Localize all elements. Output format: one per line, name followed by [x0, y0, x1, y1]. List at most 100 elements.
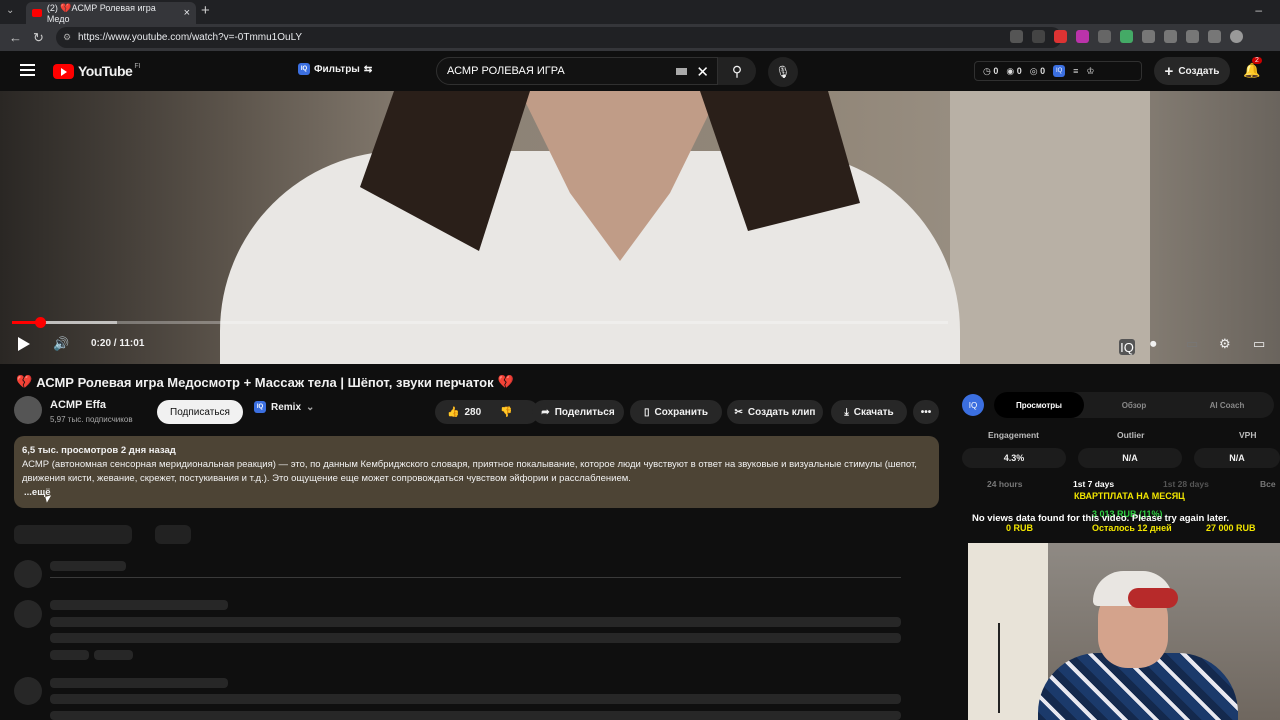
browser-tab[interactable]: (2) 💔АСМР Ролевая игра Медо ×: [26, 2, 196, 24]
subscribe-label: Подписаться: [170, 406, 230, 418]
comment-skeleton-line: [50, 678, 228, 688]
tab-ai-coach[interactable]: AI Coach: [1182, 392, 1272, 418]
like-icon[interactable]: 👍: [447, 407, 459, 418]
create-button[interactable]: + Создать: [1154, 57, 1230, 85]
new-tab-icon[interactable]: +: [201, 2, 210, 19]
extension-icon[interactable]: [1186, 30, 1199, 43]
channel-avatar[interactable]: [14, 396, 42, 424]
youtube-header: YouTube FI IQ Фильтры ⇆ АСМР РОЛЕВАЯ ИГР…: [0, 51, 1280, 91]
extension-icon[interactable]: [1010, 30, 1023, 43]
vidiq-stats[interactable]: ◷ 0 ◉ 0 ◎ 0 IQ ≡ ♔: [974, 61, 1142, 81]
clip-button[interactable]: ✂ Создать клип: [727, 400, 823, 424]
logo-text: YouTube: [78, 63, 133, 79]
comment-skeleton-line: [50, 600, 228, 610]
download-icon: ⤓: [844, 406, 849, 418]
stream-goal-remaining: Осталось 12 дней: [1092, 523, 1172, 533]
remix-button[interactable]: IQ Remix ⌄: [254, 401, 314, 413]
video-title: 💔 АСМР Ролевая игра Медосмотр + Массаж т…: [16, 374, 514, 390]
channel-row: ACMP Effa 5,97 тыс. подписчиков Подписат…: [14, 396, 944, 428]
address-bar: ← ↻ ⚙ https://www.youtube.com/watch?v=-0…: [0, 24, 1280, 51]
range-all[interactable]: Все: [1260, 479, 1276, 489]
settings-icon[interactable]: ⚙: [1219, 336, 1231, 352]
clear-search-icon[interactable]: ✕: [696, 63, 709, 81]
notifications-button[interactable]: 🔔 2: [1243, 57, 1262, 79]
keyboard-icon[interactable]: [676, 68, 687, 75]
extension-icon[interactable]: [1098, 30, 1111, 43]
vidiq-player-icon[interactable]: IQ: [1119, 339, 1135, 355]
favorites-icon[interactable]: [1208, 30, 1221, 43]
dislike-icon[interactable]: 👎: [500, 407, 512, 418]
extension-icon[interactable]: [1054, 30, 1067, 43]
back-icon[interactable]: ←: [9, 30, 22, 45]
site-info-icon[interactable]: ⚙: [63, 32, 71, 43]
description-text: АСМР (автономная сенсорная меридиональна…: [22, 459, 917, 484]
comments-skeleton: [155, 525, 191, 544]
autoplay-toggle[interactable]: ⏺: [1150, 336, 1157, 352]
description-meta: 6,5 тыс. просмотров 2 дня назад: [22, 445, 176, 456]
more-actions-button[interactable]: •••: [913, 400, 939, 424]
share-button[interactable]: ➦ Поделиться: [532, 400, 624, 424]
channel-subscribers: 5,97 тыс. подписчиков: [50, 415, 133, 424]
extensions-bar: [1010, 30, 1243, 43]
remix-label: Remix: [271, 401, 302, 413]
extension-icon[interactable]: [1164, 30, 1177, 43]
download-label: Скачать: [853, 406, 894, 418]
chevron-down-icon: ⌄: [306, 401, 315, 413]
like-dislike-group: 👍 280 👎: [435, 400, 539, 424]
player-controls: 🔊 0:20 / 11:01 IQ ⏺ ▭ ⚙ ▭: [0, 331, 1280, 363]
progress-bar[interactable]: [12, 317, 948, 328]
volume-icon[interactable]: 🔊: [53, 336, 69, 352]
tab-list-icon[interactable]: ⌄: [6, 5, 14, 16]
show-more-link[interactable]: ...ещё: [24, 486, 931, 500]
tab-overview[interactable]: Обзор: [1089, 392, 1179, 418]
youtube-logo[interactable]: YouTube FI: [53, 63, 141, 79]
extension-icon[interactable]: [1120, 30, 1133, 43]
browser-tabbar: ⌄ (2) 💔АСМР Ролевая игра Медо × + –: [0, 0, 1280, 24]
description-box[interactable]: 6,5 тыс. просмотров 2 дня назад АСМР (ав…: [14, 436, 939, 508]
list-icon[interactable]: ≡: [1073, 66, 1078, 76]
vidiq-logo-icon: IQ: [962, 394, 984, 416]
streamer-cap-brim: [1128, 588, 1178, 608]
channel-name[interactable]: ACMP Effa: [50, 399, 106, 411]
vidiq-tabs: Просмотры Обзор AI Coach: [994, 392, 1274, 418]
subscribe-button[interactable]: Подписаться: [157, 400, 243, 424]
share-icon: ➦: [541, 406, 550, 418]
range-24h[interactable]: 24 hours: [987, 479, 1022, 489]
video-title-text: АСМР Ролевая игра Медосмотр + Массаж тел…: [36, 374, 494, 390]
bookmark-icon: ▯: [643, 406, 650, 418]
video-player[interactable]: 🔊 0:20 / 11:01 IQ ⏺ ▭ ⚙ ▭: [0, 91, 1280, 364]
reload-icon[interactable]: ↻: [33, 30, 44, 46]
save-button[interactable]: ▯ Сохранить: [630, 400, 722, 424]
logo-country: FI: [134, 62, 141, 70]
plus-icon: +: [1164, 62, 1174, 80]
broken-heart-icon: 💔: [16, 374, 33, 389]
search-button[interactable]: ⚲: [718, 57, 756, 85]
play-icon[interactable]: [18, 337, 30, 351]
theater-mode-icon[interactable]: ▭: [1253, 336, 1265, 352]
scissors-icon: ✂: [734, 406, 743, 418]
range-28d[interactable]: 1st 28 days: [1163, 479, 1209, 489]
url-field[interactable]: ⚙ https://www.youtube.com/watch?v=-0Tmmu…: [56, 27, 1062, 48]
subtitles-icon[interactable]: ▭: [1186, 336, 1198, 352]
webcam-tripod: [998, 623, 1000, 713]
menu-icon[interactable]: [20, 64, 35, 79]
comment-skeleton-line: [50, 650, 89, 660]
filters-button[interactable]: IQ Фильтры ⇆: [298, 63, 372, 75]
comment-skeleton-line: [50, 711, 901, 720]
scrubber-handle[interactable]: [35, 317, 46, 328]
close-tab-icon[interactable]: ×: [184, 7, 190, 19]
range-7d[interactable]: 1st 7 days: [1073, 479, 1114, 489]
profile-avatar[interactable]: [1230, 30, 1243, 43]
like-count[interactable]: 280: [464, 407, 481, 418]
extension-icon[interactable]: [1076, 30, 1089, 43]
extension-icon[interactable]: [1142, 30, 1155, 43]
trophy-icon[interactable]: ♔: [1086, 66, 1094, 77]
tab-views[interactable]: Просмотры: [994, 392, 1084, 418]
bookmark-icon[interactable]: [1032, 30, 1045, 43]
metric-value-vph: N/A: [1194, 448, 1280, 468]
voice-search-button[interactable]: 🎙: [768, 57, 798, 87]
sliders-icon: ⇆: [363, 63, 373, 75]
minimize-icon[interactable]: –: [1255, 3, 1262, 17]
download-button[interactable]: ⤓ Скачать: [831, 400, 907, 424]
search-input[interactable]: АСМР РОЛЕВАЯ ИГРА ✕: [436, 57, 718, 85]
